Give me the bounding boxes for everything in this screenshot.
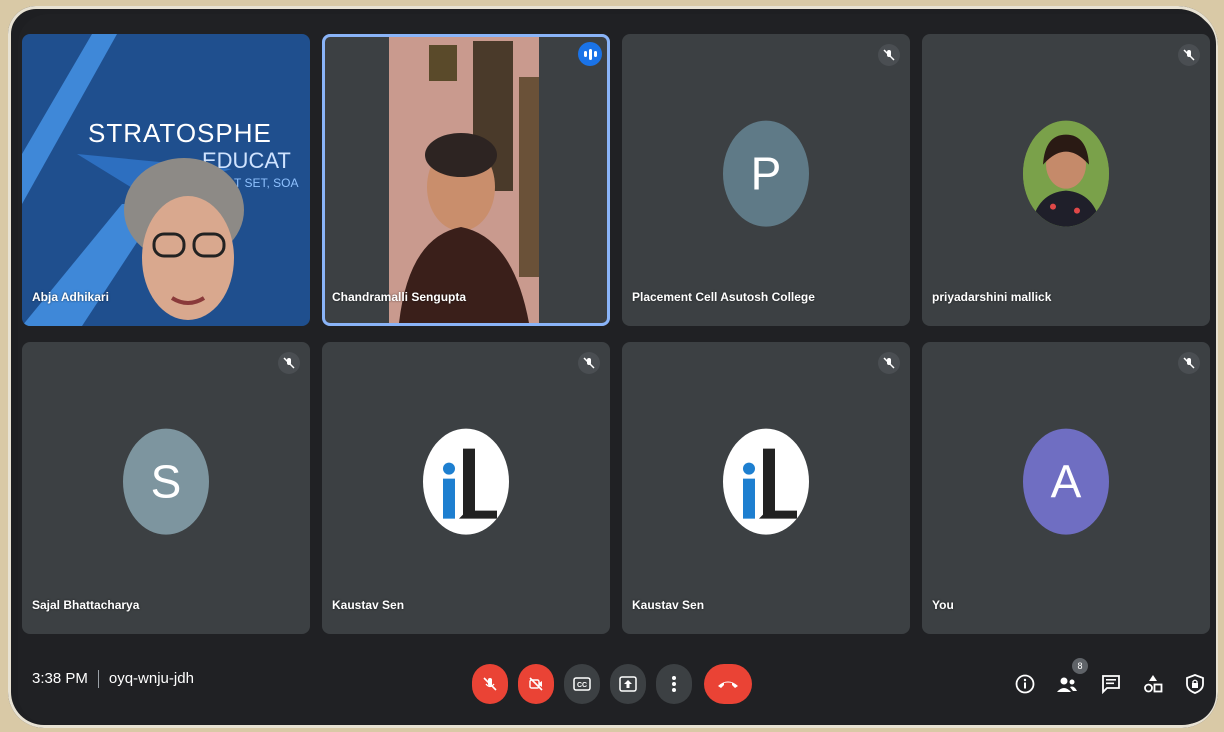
meeting-details-button[interactable] [1012,671,1038,697]
profile-photo [1023,120,1109,227]
meeting-time: 3:38 PM [32,670,88,687]
speaking-indicator-icon [578,42,602,66]
participant-name: Abja Adhikari [32,290,109,304]
mic-off-icon [578,352,600,374]
participant-tile-placement-cell[interactable]: P Placement Cell Asutosh College [622,34,910,326]
present-icon [619,676,637,692]
hang-up-icon [718,681,738,688]
chat-button[interactable] [1098,671,1124,697]
meeting-info: 3:38 PM oyq-wnju-jdh [32,670,194,689]
mic-off-icon [878,44,900,66]
participant-tile-sajal[interactable]: S Sajal Bhattacharya [22,342,310,634]
people-icon [1057,677,1077,692]
closed-captions-icon: CC [573,677,591,691]
host-controls-button[interactable] [1182,671,1208,697]
activities-shapes-icon [1144,675,1163,693]
meeting-toolbar: 3:38 PM oyq-wnju-jdh CC 8 [18,644,1216,724]
participant-name: Sajal Bhattacharya [32,598,140,612]
avatar-initial: A [1023,428,1109,535]
participant-tile-kaustav-1[interactable]: Kaustav Sen [322,342,610,634]
participant-name: You [932,598,954,612]
more-vert-icon [672,676,676,692]
info-icon [1015,674,1035,694]
mic-off-icon [483,677,497,691]
participant-video [389,37,539,323]
present-screen-button[interactable] [610,664,646,704]
meet-screen: STRATOSPHE EDUCAT T SET, SOA Abja Adhika… [18,14,1216,724]
mic-off-icon [1178,44,1200,66]
mic-off-icon [278,352,300,374]
leave-call-button[interactable] [704,664,752,704]
people-button[interactable] [1054,671,1080,697]
activities-button[interactable] [1140,671,1166,697]
il-logo-icon [723,428,809,535]
banner-line1: STRATOSPHE [88,118,272,148]
participant-tile-chandramalli[interactable]: Chandramalli Sengupta [322,34,610,326]
participant-tile-abja[interactable]: STRATOSPHE EDUCAT T SET, SOA Abja Adhika… [22,34,310,326]
window-frame: STRATOSPHE EDUCAT T SET, SOA Abja Adhika… [8,6,1218,728]
svg-text:CC: CC [577,682,587,689]
camera-toggle-button[interactable] [518,664,554,704]
chat-icon [1102,675,1120,694]
captions-button[interactable]: CC [564,664,600,704]
participant-tile-you[interactable]: A You [922,342,1210,634]
participant-video-person [124,158,244,320]
il-logo-icon [423,428,509,535]
participant-tile-kaustav-2[interactable]: Kaustav Sen [622,342,910,634]
meeting-code: oyq-wnju-jdh [108,670,194,687]
camera-off-icon [529,677,543,691]
mic-off-icon [878,352,900,374]
mic-off-icon [1178,352,1200,374]
participant-name: Kaustav Sen [632,598,705,612]
avatar-initial: S [123,428,209,535]
participant-name: Placement Cell Asutosh College [632,290,815,304]
mic-toggle-button[interactable] [472,664,508,704]
participant-tile-priyadarshini[interactable]: priyadarshini mallick [922,34,1210,326]
divider [97,670,99,689]
avatar-initial: P [723,120,809,227]
more-options-button[interactable] [656,664,692,704]
participant-name: priyadarshini mallick [932,290,1052,304]
participant-name: Chandramalli Sengupta [332,290,467,304]
shield-lock-icon [1186,674,1204,694]
participant-name: Kaustav Sen [332,598,405,612]
